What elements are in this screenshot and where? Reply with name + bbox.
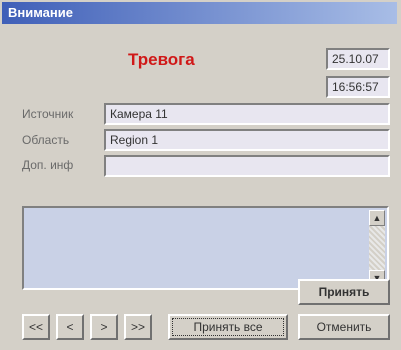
accept-all-button[interactable]: Принять все <box>168 314 288 340</box>
alarm-title: Тревога <box>128 50 195 69</box>
last-button[interactable]: >> <box>124 314 152 340</box>
info-label: Доп. инф <box>22 158 74 172</box>
next-button[interactable]: > <box>90 314 118 340</box>
alarm-date: 25.10.07 <box>326 48 390 70</box>
cancel-button[interactable]: Отменить <box>298 314 390 340</box>
source-label: Источник <box>22 107 74 121</box>
scroll-up-icon[interactable]: ▲ <box>369 210 385 226</box>
accept-button[interactable]: Принять <box>298 279 390 305</box>
info-field[interactable] <box>104 155 390 177</box>
message-memo[interactable]: ▲ ▼ <box>22 206 389 290</box>
area-label: Область <box>22 133 70 147</box>
window-title: Внимание <box>2 2 397 24</box>
memo-scrollbar[interactable]: ▲ ▼ <box>369 210 385 286</box>
first-button[interactable]: << <box>22 314 50 340</box>
alarm-time: 16:56:57 <box>326 76 390 98</box>
area-field[interactable]: Region 1 <box>104 129 390 151</box>
prev-button[interactable]: < <box>56 314 84 340</box>
source-field[interactable]: Камера 11 <box>104 103 390 125</box>
alert-dialog: Внимание Тревога 25.10.07 16:56:57 Источ… <box>0 0 401 350</box>
